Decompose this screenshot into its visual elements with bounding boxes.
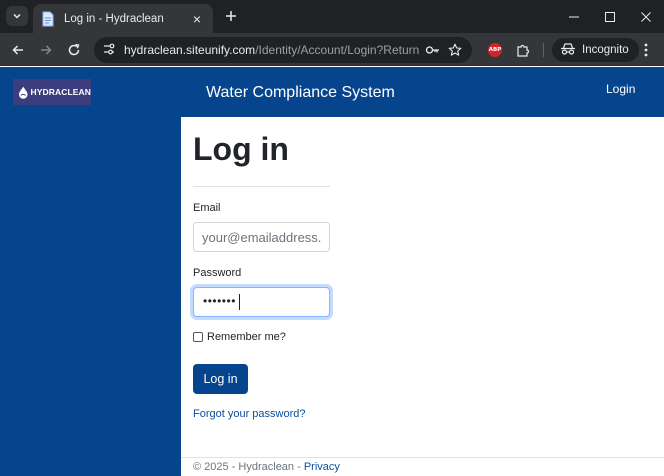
email-field[interactable]: [193, 222, 330, 252]
text-caret: [239, 294, 240, 310]
tab-search-button[interactable]: [6, 6, 28, 26]
remember-me-row[interactable]: Remember me?: [193, 331, 286, 343]
minimize-button[interactable]: [556, 0, 592, 33]
app-title: Water Compliance System: [206, 84, 395, 101]
url-text: hydraclean.siteunify.com/Identity/Accoun…: [124, 43, 420, 57]
tab-close-icon[interactable]: ×: [189, 11, 205, 27]
remember-me-label: Remember me?: [207, 331, 286, 343]
reload-button[interactable]: [63, 39, 85, 61]
adblock-extension-icon[interactable]: ABP: [485, 40, 505, 60]
logo-text: HYDRACLEAN: [30, 87, 91, 97]
web-page: HYDRACLEAN Water Compliance System Login…: [0, 67, 664, 476]
password-key-icon[interactable]: [424, 41, 442, 59]
reload-icon: [68, 43, 80, 56]
password-field[interactable]: •••••••: [193, 287, 330, 317]
url-host: hydraclean.siteunify.com: [124, 43, 256, 57]
browser-menu-button[interactable]: [636, 40, 656, 60]
browser-tab-active[interactable]: Log in - Hydraclean ×: [33, 4, 213, 33]
footer: © 2025 - Hydraclean - Privacy: [181, 457, 664, 476]
new-tab-button[interactable]: [220, 5, 242, 27]
header-login-link[interactable]: Login: [606, 82, 635, 96]
browser-tab-bar: Log in - Hydraclean ×: [0, 0, 664, 33]
minimize-icon: [569, 16, 579, 17]
close-icon: [641, 11, 651, 22]
forward-button[interactable]: [35, 39, 57, 61]
extensions-puzzle-icon[interactable]: [513, 40, 533, 60]
page-title: Log in: [193, 131, 289, 167]
maximize-button[interactable]: [592, 0, 628, 33]
chevron-down-icon: [13, 13, 21, 19]
remember-me-checkbox[interactable]: [193, 332, 203, 342]
privacy-link[interactable]: Privacy: [304, 461, 340, 473]
password-value: •••••••: [203, 294, 236, 308]
maximize-icon: [605, 11, 615, 22]
url-path: /Identity/Account/Login?ReturnUr...: [255, 43, 420, 57]
email-label: Email: [193, 202, 221, 214]
sidebar: [0, 117, 181, 476]
plus-icon: [226, 11, 236, 21]
login-submit-button[interactable]: Log in: [193, 364, 248, 394]
tab-title: Log in - Hydraclean: [64, 12, 164, 25]
site-header: HYDRACLEAN Water Compliance System Login: [0, 67, 664, 117]
forgot-password-link[interactable]: Forgot your password?: [193, 408, 306, 420]
arrow-right-icon: [41, 45, 52, 55]
site-info-icon[interactable]: [102, 42, 116, 59]
incognito-icon: [560, 42, 576, 58]
main-content: Log in Email Password ••••••• Remember m…: [181, 117, 664, 476]
title-divider: [193, 186, 330, 187]
water-drop-icon: [18, 86, 28, 99]
incognito-indicator[interactable]: Incognito: [552, 38, 639, 62]
bookmark-star-icon[interactable]: [446, 41, 464, 59]
toolbar-separator: [543, 43, 544, 57]
arrow-left-icon: [12, 45, 23, 55]
browser-toolbar: hydraclean.siteunify.com/Identity/Accoun…: [0, 33, 664, 66]
address-bar[interactable]: hydraclean.siteunify.com/Identity/Accoun…: [94, 37, 472, 63]
incognito-label: Incognito: [582, 44, 629, 56]
close-window-button[interactable]: [628, 0, 664, 33]
password-label: Password: [193, 267, 242, 279]
document-icon: [41, 11, 55, 27]
hydraclean-logo[interactable]: HYDRACLEAN: [13, 79, 91, 105]
kebab-menu-icon: [644, 43, 648, 57]
footer-copyright: © 2025 - Hydraclean -: [193, 461, 301, 473]
back-button[interactable]: [7, 39, 29, 61]
